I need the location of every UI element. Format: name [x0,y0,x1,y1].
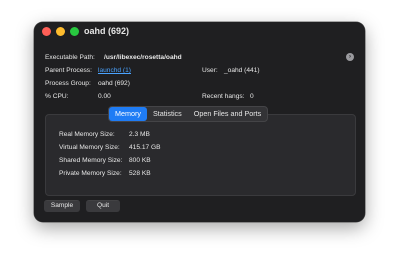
cpu-value: 0.00 [98,93,111,100]
virtual-memory-value: 415.17 GB [129,144,161,151]
shared-memory-value: 800 KB [129,157,151,164]
tab-bar: Memory Statistics Open Files and Ports [108,106,269,122]
process-group-label: Process Group: [45,80,91,87]
tab-memory[interactable]: Memory [109,107,147,121]
parent-process-label: Parent Process: [45,67,92,74]
zoom-window-button[interactable] [70,27,79,36]
virtual-memory-label: Virtual Memory Size: [59,144,120,151]
process-group-value: oahd (692) [98,80,130,87]
executable-path-label: Executable Path: [45,54,95,61]
close-window-button[interactable] [42,27,51,36]
process-inspector-window: oahd (692) Executable Path: /usr/libexec… [34,22,365,222]
tab-statistics[interactable]: Statistics [147,107,188,121]
user-value: _oahd (441) [224,67,260,74]
window-title: oahd (692) [84,26,130,36]
shared-memory-label: Shared Memory Size: [59,157,123,164]
tab-open-files-and-ports[interactable]: Open Files and Ports [188,107,268,121]
title-bar[interactable]: oahd (692) [34,22,365,44]
user-label: User: [202,67,218,74]
real-memory-label: Real Memory Size: [59,131,115,138]
real-memory-value: 2.3 MB [129,131,150,138]
recent-hangs-label: Recent hangs: [202,93,245,100]
private-memory-label: Private Memory Size: [59,170,122,177]
executable-path-value: /usr/libexec/rosetta/oahd [104,54,182,61]
recent-hangs-value: 0 [250,93,254,100]
parent-process-link[interactable]: launchd (1) [98,67,131,74]
private-memory-value: 528 KB [129,170,151,177]
tab-content-panel: Real Memory Size: 2.3 MB Virtual Memory … [45,114,356,196]
sample-button[interactable]: Sample [44,200,80,212]
cpu-label: % CPU: [45,93,69,100]
minimize-window-button[interactable] [56,27,65,36]
reveal-in-finder-arrow-icon[interactable]: › [346,53,354,61]
quit-button[interactable]: Quit [86,200,120,212]
